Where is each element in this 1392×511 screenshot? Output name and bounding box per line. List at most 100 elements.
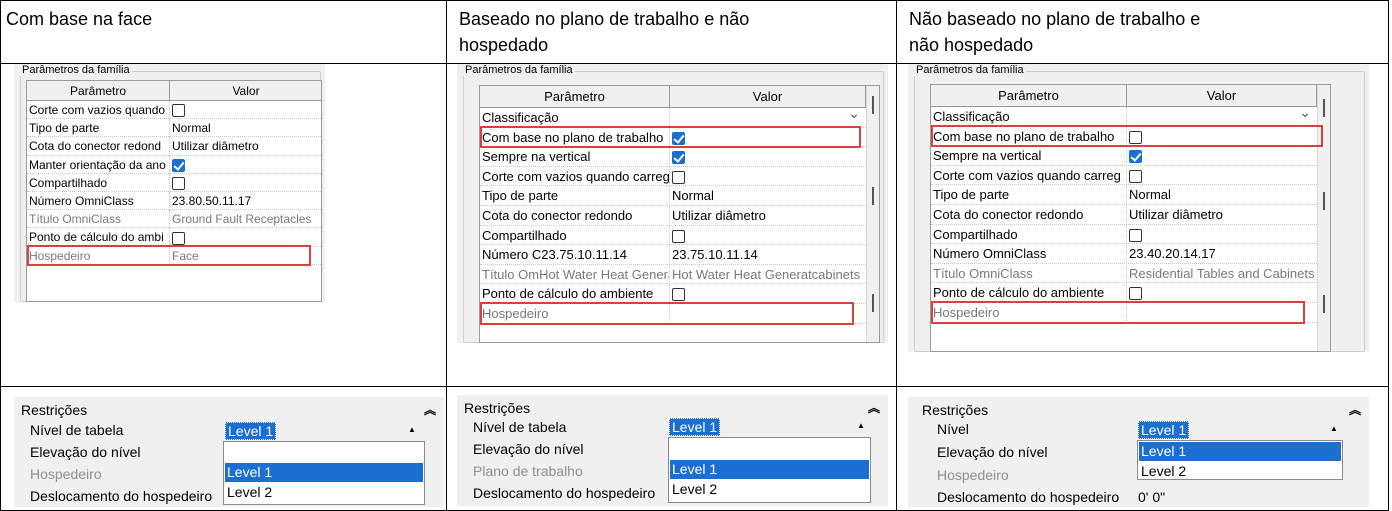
scrollbar-thumb[interactable]	[872, 96, 874, 114]
table-row[interactable]: Compartilhado	[931, 224, 1317, 245]
checkbox-checked[interactable]	[172, 158, 185, 172]
table-row[interactable]: Cota do conector redond Utilizar diâmetro	[27, 137, 321, 156]
dropdown-option[interactable]: Level 2	[670, 480, 869, 499]
checkbox-unchecked[interactable]	[1129, 287, 1142, 301]
table-row[interactable]: Número OmniClass 23.80.50.11.17	[27, 192, 321, 211]
column-title-face-based: Com base na face	[6, 9, 153, 29]
scrollbar-thumb[interactable]	[1323, 99, 1325, 117]
parameter-name: Sempre na vertical	[933, 146, 1127, 166]
vertical-scrollbar[interactable]	[866, 86, 879, 342]
level-select[interactable]: Level 1	[669, 418, 721, 436]
parameter-value[interactable]	[1129, 146, 1315, 166]
table-row[interactable]: Número OmniClass 23.40.20.14.17	[931, 244, 1317, 264]
parameter-value[interactable]	[672, 167, 864, 187]
level-dropdown-list[interactable]: Level 1 Level 2	[223, 441, 425, 505]
table-row[interactable]: Número C23.75.10.11.14 23.75.10.11.14	[480, 245, 866, 265]
table-row[interactable]: Cota do conector redondo Utilizar diâmetr…	[480, 206, 866, 226]
dropdown-option[interactable]: Level 1	[1139, 442, 1341, 461]
checkbox-unchecked[interactable]	[672, 229, 685, 243]
parameter-value[interactable]: Utilizar diâmetro	[672, 206, 864, 226]
collapse-icon[interactable]: ︽	[868, 399, 880, 416]
scrollbar-thumb[interactable]	[872, 294, 874, 312]
offset-value[interactable]: 0' 0"	[1138, 489, 1165, 505]
level-select[interactable]: Level 1	[1138, 421, 1190, 439]
parameter-value[interactable]: Utilizar diâmetro	[172, 137, 321, 155]
parameter-value[interactable]: Normal	[172, 119, 321, 137]
parameter-value[interactable]: 23.75.10.11.14	[672, 245, 864, 265]
property-label: Elevação do nível	[473, 441, 584, 457]
table-row[interactable]: Corte com vazios quando carreg	[480, 166, 866, 187]
parameter-value[interactable]	[1129, 225, 1315, 245]
dropdown-option[interactable]: Level 1	[670, 460, 869, 479]
parameter-value[interactable]: Normal	[1129, 185, 1315, 205]
scrollbar-thumb[interactable]	[1323, 295, 1325, 313]
title-line: não hospedado	[909, 35, 1034, 55]
property-label: Nível de tabela	[30, 422, 124, 438]
chevron-down-icon[interactable]: ⌄	[1299, 103, 1311, 123]
checkbox-checked[interactable]	[1129, 150, 1142, 164]
collapse-icon[interactable]: ︽	[1349, 401, 1361, 418]
checkbox-unchecked[interactable]	[1129, 228, 1142, 242]
table-header: Parâmetro Valor	[27, 81, 321, 101]
table-row[interactable]: Título OmniClass Residential Tables and C…	[931, 263, 1317, 284]
checkbox-unchecked[interactable]	[172, 177, 185, 191]
level-dropdown-list[interactable]: Level 1 Level 2	[668, 437, 871, 503]
parameter-value[interactable]: Normal	[672, 186, 864, 206]
chevron-up-icon[interactable]: ▲	[408, 425, 416, 434]
parameter-value[interactable]: 23.40.20.14.17	[1129, 244, 1315, 264]
table-row[interactable]: Sempre na vertical	[480, 147, 866, 167]
header-value[interactable]: Valor	[170, 81, 321, 101]
parameter-value[interactable]: Residential Tables and Cabinets	[1129, 264, 1315, 284]
parameter-value[interactable]: Ground Fault Receptacles	[172, 210, 321, 228]
checkbox-unchecked[interactable]	[672, 170, 685, 184]
table-row[interactable]: Compartilhado	[480, 225, 866, 246]
table-row[interactable]: Tipo de parte Normal	[931, 185, 1317, 205]
header-parameter[interactable]: Parâmetro	[27, 81, 170, 101]
header-parameter[interactable]: Parâmetro	[931, 85, 1127, 107]
parameter-value[interactable]: Utilizar diâmetro	[1129, 205, 1315, 225]
table-row[interactable]: Cota do conector redondo Utilizar diâmetr…	[931, 205, 1317, 225]
parameter-value[interactable]	[1129, 166, 1315, 186]
checkbox-unchecked[interactable]	[672, 288, 685, 302]
property-label: Deslocamento do hospedeiro	[937, 489, 1120, 505]
table-row[interactable]: Compartilhado	[27, 173, 321, 192]
table-row[interactable]: Título OmHot Water Heat Genera Hot Water …	[480, 264, 866, 285]
dropdown-option[interactable]: Level 2	[1139, 462, 1341, 481]
table-row[interactable]: Tipo de parte Normal	[480, 186, 866, 206]
chevron-down-icon[interactable]: ⌄	[848, 104, 860, 124]
level-select[interactable]: Level 1	[225, 422, 277, 440]
table-row[interactable]: Corte com vazios quando	[27, 101, 321, 120]
parameter-name: Título OmHot Water Heat Genera	[482, 264, 670, 285]
parameter-value[interactable]	[172, 156, 321, 174]
checkbox-checked[interactable]	[672, 151, 685, 165]
table-row[interactable]: Manter orientação da ano	[27, 155, 321, 174]
table-row[interactable]: Tipo de parte Normal	[27, 119, 321, 138]
table-row[interactable]: Sempre na vertical	[931, 146, 1317, 166]
property-label: Plano de trabalho	[473, 463, 583, 479]
parameter-value[interactable]	[172, 101, 321, 119]
table-row[interactable]: Título OmniClass Ground Fault Receptacles	[27, 210, 321, 229]
parameter-value[interactable]: Hot Water Heat Generatcabinets	[672, 265, 864, 285]
dropdown-option[interactable]: Level 2	[225, 483, 423, 502]
checkbox-unchecked[interactable]	[1129, 169, 1142, 183]
scrollbar-thumb[interactable]	[872, 187, 874, 205]
level-dropdown-list[interactable]: Level 1 Level 2	[1137, 440, 1343, 480]
parameter-name: Cota do conector redondo	[933, 205, 1127, 225]
chevron-up-icon[interactable]: ▲	[1330, 424, 1338, 433]
chevron-up-icon[interactable]: ▲	[857, 421, 865, 430]
collapse-icon[interactable]: ︽	[424, 401, 436, 418]
parameter-value[interactable]	[172, 174, 321, 192]
scrollbar-thumb[interactable]	[1323, 192, 1325, 210]
header-value[interactable]: Valor	[1127, 85, 1317, 107]
header-value[interactable]: Valor	[670, 86, 866, 108]
parameter-value[interactable]	[672, 147, 864, 167]
table-row[interactable]: Corte com vazios quando carreg	[931, 165, 1317, 186]
restrictions-panel: Restrições ︽ Nível de tabela Elevação do ní…	[14, 397, 444, 507]
checkbox-unchecked[interactable]	[172, 104, 185, 118]
parameter-value[interactable]	[672, 226, 864, 246]
restrictions-panel: Restrições ︽ Nível de tabela Elevação do ní…	[457, 395, 888, 506]
dropdown-option[interactable]: Level 1	[225, 463, 423, 482]
parameter-value[interactable]: 23.80.50.11.17	[172, 192, 321, 210]
header-parameter[interactable]: Parâmetro	[480, 86, 670, 108]
checkbox-unchecked[interactable]	[172, 231, 185, 245]
